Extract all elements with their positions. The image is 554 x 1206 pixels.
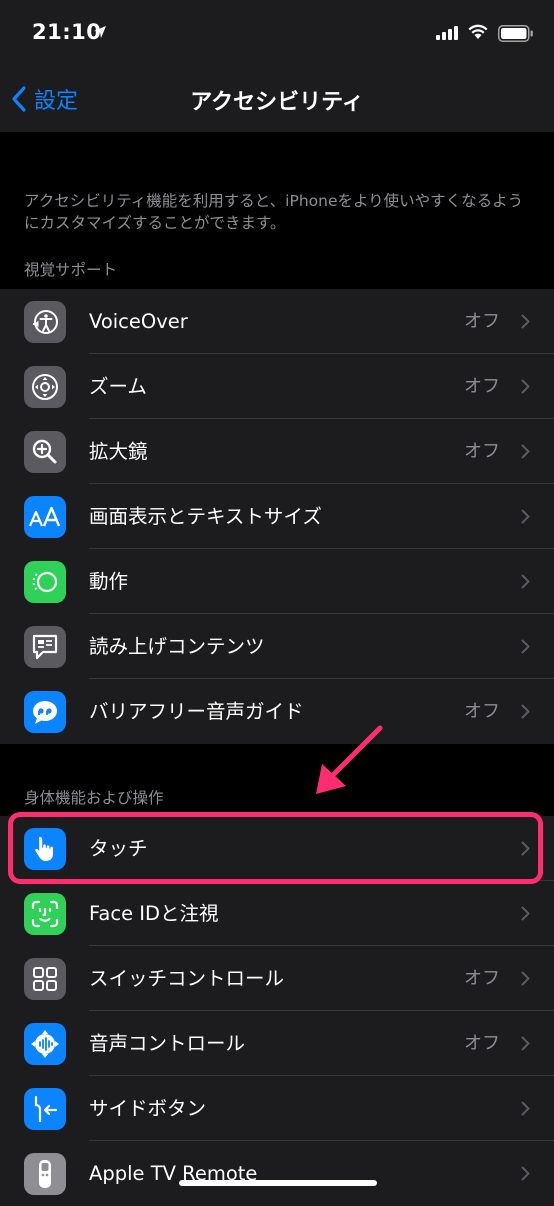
row-value: オフ xyxy=(464,1033,500,1054)
row-label: 画面表示とテキストサイズ xyxy=(89,505,322,528)
row-label: Face IDと注視 xyxy=(89,902,219,925)
row-voice-control[interactable]: 音声コントロール オフ xyxy=(0,1011,554,1076)
chevron-right-icon xyxy=(521,444,530,459)
chevron-right-icon xyxy=(521,704,530,719)
row-switch-control[interactable]: スイッチコントロール オフ xyxy=(0,946,554,1011)
row-side-button[interactable]: サイドボタン xyxy=(0,1076,554,1141)
chevron-right-icon xyxy=(521,971,530,986)
cellular-signal-icon xyxy=(436,26,458,40)
chevron-right-icon xyxy=(521,1166,530,1181)
magnifier-icon xyxy=(24,431,66,473)
row-value: オフ xyxy=(464,376,500,397)
row-motion[interactable]: 動作 xyxy=(0,549,554,614)
annotation-arrow-icon xyxy=(316,725,383,794)
row-label: スイッチコントロール xyxy=(89,967,285,990)
wifi-icon xyxy=(468,24,488,39)
chevron-right-icon xyxy=(521,906,530,921)
page-title: アクセシビリティ xyxy=(190,90,364,115)
row-voiceover[interactable]: VoiceOver オフ xyxy=(0,289,554,354)
annotation-highlight-box xyxy=(8,812,543,884)
audio-description-icon xyxy=(24,691,66,733)
text-size-icon xyxy=(24,496,66,538)
voice-control-icon xyxy=(24,1023,66,1065)
face-id-icon xyxy=(24,893,66,935)
row-value: オフ xyxy=(464,311,500,332)
status-time: 21:10 xyxy=(32,20,102,44)
zoom-icon xyxy=(24,366,66,408)
battery-icon xyxy=(498,25,533,42)
side-button-icon xyxy=(24,1088,66,1130)
row-label: 読み上げコンテンツ xyxy=(89,635,265,658)
row-face-id-attention[interactable]: Face IDと注視 xyxy=(0,881,554,946)
chevron-right-icon xyxy=(521,379,530,394)
settings-group-vision: VoiceOver オフ ズーム オフ 拡大鏡 オフ 画面表示とテキストサイズ … xyxy=(0,289,554,744)
chevron-right-icon xyxy=(521,1036,530,1051)
switch-control-icon xyxy=(24,958,66,1000)
status-bar: 21:10 xyxy=(0,0,554,68)
home-indicator[interactable] xyxy=(179,1180,377,1186)
row-value: オフ xyxy=(464,701,500,722)
accessibility-description: アクセシビリティ機能を利用すると、iPhoneをより使いやすくなるようにカスタマ… xyxy=(24,192,524,232)
row-label: 動作 xyxy=(89,570,129,593)
chevron-right-icon xyxy=(521,314,530,329)
row-display-text-size[interactable]: 画面表示とテキストサイズ xyxy=(0,484,554,549)
section-header-physical-motor: 身体機能および操作 xyxy=(24,789,164,807)
chevron-right-icon xyxy=(521,574,530,589)
row-label: 音声コントロール xyxy=(89,1032,246,1055)
row-zoom[interactable]: ズーム オフ xyxy=(0,354,554,419)
apple-tv-remote-icon xyxy=(24,1153,66,1195)
navigation-bar: 設定 アクセシビリティ xyxy=(0,68,554,132)
row-apple-tv-remote[interactable]: Apple TV Remote xyxy=(0,1141,554,1206)
section-header-vision: 視覚サポート xyxy=(24,261,118,279)
row-magnifier[interactable]: 拡大鏡 オフ xyxy=(0,419,554,484)
motion-icon xyxy=(24,561,66,603)
spoken-content-icon xyxy=(24,626,66,668)
chevron-right-icon xyxy=(521,509,530,524)
row-audio-description[interactable]: バリアフリー音声ガイド オフ xyxy=(0,679,554,744)
voiceover-icon xyxy=(24,301,66,343)
row-label: サイドボタン xyxy=(89,1097,207,1120)
row-label: 拡大鏡 xyxy=(89,440,148,463)
row-label: ズーム xyxy=(89,375,147,398)
row-value: オフ xyxy=(464,968,500,989)
row-label: Apple TV Remote xyxy=(89,1162,258,1185)
chevron-right-icon xyxy=(521,639,530,654)
row-spoken-content[interactable]: 読み上げコンテンツ xyxy=(0,614,554,679)
chevron-right-icon xyxy=(521,1101,530,1116)
location-arrow-icon xyxy=(94,26,106,38)
row-label: バリアフリー音声ガイド xyxy=(89,700,304,723)
row-value: オフ xyxy=(464,441,500,462)
row-label: VoiceOver xyxy=(89,310,188,333)
